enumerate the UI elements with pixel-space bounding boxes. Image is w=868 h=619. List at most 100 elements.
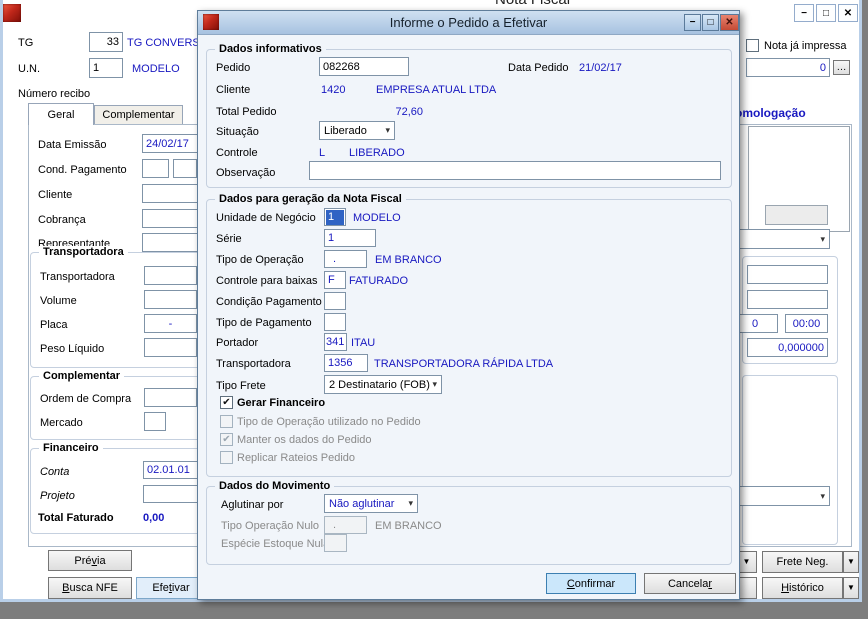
nota-ja-impressa-checkbox[interactable] — [746, 39, 759, 52]
frete-neg-dropdown-button[interactable]: ▼ — [843, 551, 859, 573]
representante-field[interactable] — [142, 233, 198, 252]
replicar-rateios-checkbox — [220, 451, 233, 464]
tab-complementar-label: Complementar — [102, 109, 175, 121]
dlg-cliente-name: EMPRESA ATUAL LTDA — [376, 84, 497, 96]
historico-dropdown-button[interactable]: ▼ — [843, 577, 859, 599]
controle-baixas-field[interactable]: F — [324, 271, 346, 289]
chevron-down-icon: ▾ — [432, 379, 437, 389]
frete-neg-label: Frete Neg. — [776, 556, 829, 568]
previa-button[interactable]: Prévia — [48, 550, 132, 571]
tipo-frete-dropdown[interactable]: 2 Destinatario (FOB) ▾ — [324, 375, 442, 394]
transportadora-legend: Transportadora — [39, 246, 128, 259]
numero-nota-value: 0 — [819, 61, 826, 74]
peso-liquido-field[interactable] — [144, 338, 197, 357]
dlg-cliente-code: 1420 — [321, 84, 346, 96]
maximize-icon[interactable]: □ — [816, 4, 836, 22]
controle-baixas-desc: FATURADO — [349, 275, 409, 287]
portador-field[interactable]: 341 — [324, 333, 347, 351]
efetivar-label: Efetivar — [152, 582, 190, 594]
condicao-pagamento-field[interactable] — [324, 292, 346, 310]
volume-field[interactable] — [144, 290, 197, 309]
arrow-down-icon: ▼ — [742, 557, 751, 566]
confirmar-label: Confirmar — [566, 577, 616, 590]
un-field[interactable]: 1 — [89, 58, 123, 78]
confirmar-button[interactable]: Confirmar — [546, 573, 636, 594]
projeto-label: Projeto — [40, 490, 75, 502]
total-faturado-value: 0,00 — [143, 512, 165, 524]
projeto-field[interactable] — [143, 485, 199, 503]
lookup-button[interactable]: … — [833, 60, 850, 75]
check-icon: ✔ — [222, 396, 231, 408]
dados-movimento-legend: Dados do Movimento — [215, 480, 335, 493]
unidade-negocio-desc: MODELO — [353, 212, 401, 224]
tg-value: 33 — [106, 36, 119, 48]
arrow-down-icon: ▼ — [847, 583, 855, 592]
manter-dados-checkbox: ✔ — [220, 433, 233, 446]
serie-field[interactable]: 1 — [324, 229, 376, 247]
dialog-titlebar[interactable]: Informe o Pedido a Efetivar — [198, 11, 739, 35]
transportadora-field[interactable] — [144, 266, 197, 285]
cobranca-field[interactable] — [142, 209, 198, 228]
dialog-close-icon[interactable]: ✕ — [720, 14, 739, 31]
tab-geral[interactable]: Geral — [28, 103, 94, 125]
data-emissao-field[interactable]: 24/02/17 — [142, 134, 198, 153]
informe-pedido-dialog: Informe o Pedido a Efetivar − □ ✕ Dados … — [197, 10, 740, 600]
situacao-dropdown[interactable]: Liberado ▾ — [319, 121, 395, 140]
tipo-operacao-field[interactable]: . — [324, 250, 367, 268]
tipo-pagamento-label: Tipo de Pagamento — [216, 317, 312, 329]
placa-value: - — [168, 317, 173, 330]
situacao-label: Situação — [216, 126, 259, 138]
pedido-field[interactable]: 082268 — [319, 57, 409, 76]
total-pedido-label: Total Pedido — [216, 106, 277, 118]
dialog-maximize-icon[interactable]: □ — [702, 14, 719, 31]
portador-desc: ITAU — [351, 337, 376, 349]
tipo-frete-value: 2 Destinatario (FOB) — [329, 378, 430, 391]
un-value: 1 — [93, 62, 100, 74]
aglutinar-value: Não aglutinar — [329, 497, 395, 510]
placa-field[interactable]: - — [144, 314, 197, 333]
app-icon — [3, 4, 21, 22]
dialog-minimize-icon[interactable]: − — [684, 14, 701, 31]
cancelar-button[interactable]: Cancelar — [644, 573, 736, 594]
chevron-down-icon: ▾ — [385, 125, 390, 135]
conta-label: Conta — [40, 466, 70, 478]
observacao-field[interactable] — [309, 161, 721, 180]
mercado-field[interactable] — [144, 412, 166, 431]
historico-button[interactable]: Histórico — [762, 577, 843, 599]
nota-ja-impressa-label: Nota já impressa — [764, 40, 847, 52]
unidade-negocio-value: 1 — [326, 209, 344, 225]
ordem-compra-field[interactable] — [144, 388, 197, 407]
cond-pagamento-field-2[interactable] — [173, 159, 197, 178]
tab-geral-label: Geral — [47, 108, 75, 121]
cliente-field[interactable] — [142, 184, 198, 203]
tab-complementar[interactable]: Complementar — [94, 105, 183, 125]
dlg-cliente-label: Cliente — [216, 84, 251, 96]
check-icon: ✔ — [222, 433, 231, 445]
efetivar-button[interactable]: Efetivar — [136, 577, 206, 599]
aglutinar-dropdown[interactable]: Não aglutinar ▾ — [324, 494, 418, 513]
pedido-label: Pedido — [216, 62, 251, 74]
close-icon[interactable]: ✕ — [838, 4, 858, 22]
placa-label: Placa — [40, 319, 68, 331]
dlg-transportadora-field[interactable]: 1356 — [324, 354, 368, 372]
minimize-icon[interactable]: − — [794, 4, 814, 22]
cond-pagamento-field-1[interactable] — [142, 159, 169, 178]
homologacao-text: omologação — [735, 106, 806, 120]
frete-neg-button[interactable]: Frete Neg. — [762, 551, 843, 573]
tipo-operacao-nulo-value: . — [333, 519, 337, 531]
tipo-operacao-desc: EM BRANCO — [375, 254, 442, 266]
unidade-negocio-field[interactable]: 1 — [324, 208, 346, 226]
serie-label: Série — [216, 233, 242, 245]
tg-field[interactable]: 33 — [89, 32, 123, 52]
financeiro-legend: Financeiro — [39, 442, 103, 455]
volume-label: Volume — [40, 295, 77, 307]
tg-label: TG — [18, 37, 34, 49]
cancelar-label: Cancelar — [667, 577, 713, 590]
manter-dados-label: Manter os dados do Pedido — [237, 434, 372, 446]
tipo-pagamento-field[interactable] — [324, 313, 346, 331]
gerar-financeiro-checkbox[interactable]: ✔ — [220, 396, 233, 409]
numero-nota-field[interactable]: 0 — [746, 58, 830, 77]
conta-field[interactable]: 02.01.01 — [143, 461, 199, 479]
controle-code: L — [319, 147, 326, 159]
busca-nfe-button[interactable]: Busca NFE — [48, 577, 132, 599]
